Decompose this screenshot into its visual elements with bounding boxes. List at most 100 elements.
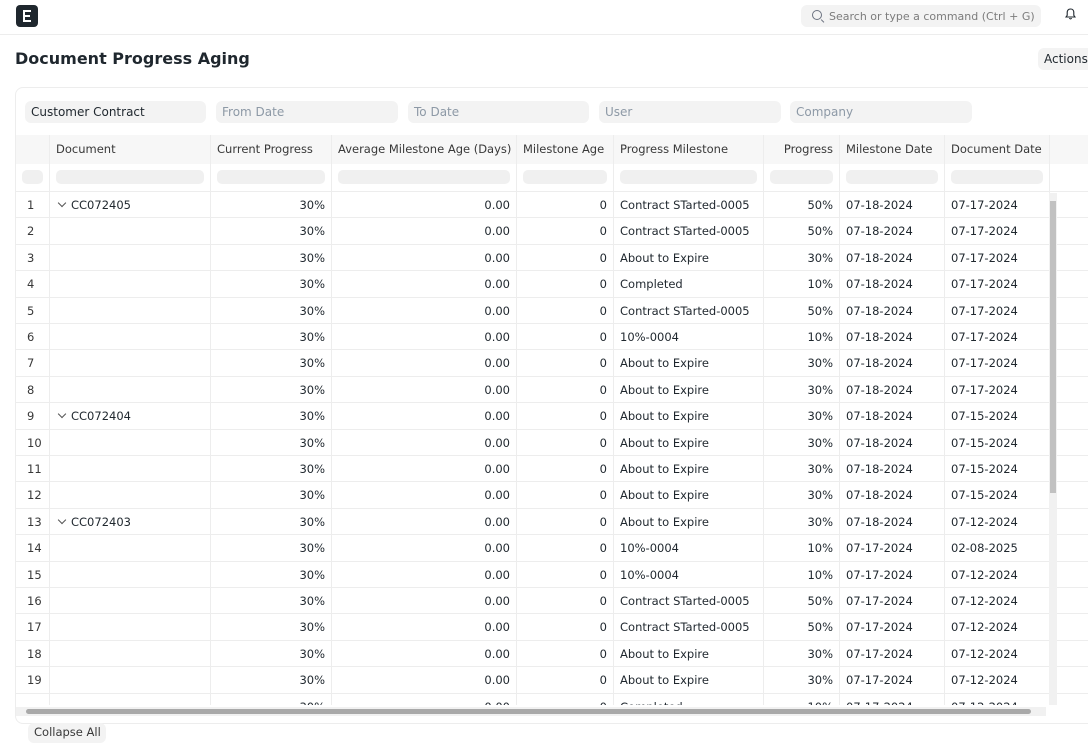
cell-progress-milestone: 10%-0004 [614, 535, 764, 562]
column-header-milestone-date[interactable]: Milestone Date [840, 135, 945, 164]
cell-document [50, 482, 211, 509]
cell-row-index: 12 [16, 482, 50, 509]
cell-milestone-date: 07-17-2024 [840, 561, 945, 588]
customer-contract-filter[interactable]: Customer Contract [25, 101, 206, 123]
cell-milestone-date: 07-17-2024 [840, 614, 945, 641]
column-header-progress-milestone[interactable]: Progress Milestone [614, 135, 764, 164]
table-row[interactable]: 10 30% 0.00 0 About to Expire 30% 07-18-2024 07… [16, 429, 1088, 456]
table-row[interactable]: 6 30% 0.00 0 10%-0004 10% 07-18-2024 07-17-2024 [16, 324, 1088, 351]
cell-milestone-date: 07-18-2024 [840, 376, 945, 403]
column-header-document-date[interactable]: Document Date [945, 135, 1050, 164]
search-input[interactable] [829, 5, 1034, 27]
chevron-down-icon[interactable] [57, 515, 67, 525]
cell-milestone-date: 07-17-2024 [840, 640, 945, 667]
table-row[interactable]: 19 30% 0.00 0 About to Expire 30% 07-17-2024 07… [16, 667, 1088, 694]
column-header-milestone-age[interactable]: Milestone Age [517, 135, 614, 164]
table-row[interactable]: 14 30% 0.00 0 10%-0004 10% 07-17-2024 02-08-202… [16, 535, 1088, 562]
vertical-scroll-thumb[interactable] [1050, 201, 1056, 493]
column-filter-document[interactable] [50, 164, 211, 191]
cell-progress: 30% [764, 429, 840, 456]
cell-milestone-age: 0 [517, 297, 614, 324]
table-row[interactable]: 2 30% 0.00 0 Contract STarted-0005 50% 07-18-2… [16, 218, 1088, 245]
table-row[interactable]: 16 30% 0.00 0 Contract STarted-0005 50% 07-17-… [16, 588, 1088, 615]
table-row[interactable]: 7 30% 0.00 0 About to Expire 30% 07-18-2024 07-… [16, 350, 1088, 377]
cell-progress-milestone: About to Expire [614, 429, 764, 456]
cell-progress: 30% [764, 350, 840, 377]
column-filter-input[interactable] [217, 170, 325, 184]
table-row[interactable]: 4 30% 0.00 0 Completed 10% 07-18-2024 07-17-202… [16, 271, 1088, 298]
column-filter-input[interactable] [22, 170, 43, 184]
table-row[interactable]: 8 30% 0.00 0 About to Expire 30% 07-18-2024 07-… [16, 376, 1088, 404]
cell-row-index: 3 [16, 244, 50, 271]
cell-avg-milestone-age: 0.00 [332, 614, 517, 641]
to-date-filter[interactable]: To Date [408, 101, 589, 123]
table-row[interactable]: 30%0.000Completed10%07-17-202407-12-2024 [16, 693, 1088, 705]
table-row[interactable]: 12 30% 0.00 0 About to Expire 30% 07-18-2024 07… [16, 482, 1088, 509]
cell-milestone-date: 07-18-2024 [840, 508, 945, 535]
cell-document-date: 07-17-2024 [945, 192, 1050, 218]
chevron-down-icon[interactable] [57, 409, 67, 419]
company-filter[interactable]: Company [790, 101, 972, 123]
column-header-document[interactable]: Document [50, 135, 211, 164]
column-filter-input[interactable] [338, 170, 510, 184]
column-header-progress[interactable]: Progress [764, 135, 840, 164]
cell-progress: 50% [764, 297, 840, 324]
table-row[interactable]: 9 CC072404 30% 0.00 0 About to Expire 30% 07-18… [16, 403, 1088, 430]
cell-milestone-age: 0 [517, 508, 614, 535]
column-header-avg-milestone-age[interactable]: Average Milestone Age (Days) [332, 135, 517, 164]
column-filter-milestone-date[interactable] [840, 164, 945, 191]
column-filter-input[interactable] [56, 170, 204, 184]
cell-avg-milestone-age: 0.00 [332, 244, 517, 271]
column-filter-input[interactable] [846, 170, 938, 184]
column-header-current-progress[interactable]: Current Progress [211, 135, 332, 164]
document-name: CC072405 [71, 198, 131, 212]
cell-document-date: 07-12-2024 [945, 508, 1050, 535]
user-filter[interactable]: User [599, 101, 781, 123]
cell-row-index: 6 [16, 324, 50, 350]
column-filter-input[interactable] [523, 170, 607, 184]
column-filter-milestone-age[interactable] [517, 164, 614, 191]
cell-avg-milestone-age: 0.00 [332, 297, 517, 324]
table-row[interactable]: 1 CC072405 30% 0.00 0 Contract STarted-0005 50… [16, 192, 1088, 219]
chevron-down-icon[interactable] [57, 198, 67, 208]
cell-row-index [16, 693, 50, 705]
column-filter-row-index[interactable] [16, 164, 50, 191]
cell-milestone-date: 07-18-2024 [840, 297, 945, 324]
cell-avg-milestone-age: 0.00 [332, 218, 517, 245]
column-filter-current-progress[interactable] [211, 164, 332, 191]
horizontal-scrollbar[interactable] [16, 707, 1046, 716]
cell-document-date: 07-12-2024 [945, 588, 1050, 614]
cell-document-date: 07-15-2024 [945, 482, 1050, 509]
table-row[interactable]: 11 30% 0.00 0 About to Expire 30% 07-18-2024 07… [16, 456, 1088, 483]
app-logo-icon[interactable] [16, 5, 38, 27]
column-filter-input[interactable] [951, 170, 1043, 184]
column-header-row-index[interactable] [16, 135, 50, 164]
cell-progress: 50% [764, 588, 840, 614]
vertical-scrollbar[interactable] [1049, 193, 1057, 705]
table-row[interactable]: 18 30% 0.00 0 About to Expire 30% 07-17-2024 07… [16, 640, 1088, 668]
cell-current-progress: 30% [211, 693, 332, 705]
cell-avg-milestone-age: 0.00 [332, 429, 517, 456]
cell-milestone-date: 07-18-2024 [840, 244, 945, 271]
column-filter-input[interactable] [770, 170, 833, 184]
column-filter-progress-milestone[interactable] [614, 164, 764, 191]
cell-progress: 10% [764, 535, 840, 562]
cell-document [50, 614, 211, 641]
table-row[interactable]: 5 30% 0.00 0 Contract STarted-0005 50% 07-18-2… [16, 297, 1088, 324]
table-row[interactable]: 15 30% 0.00 0 10%-0004 10% 07-17-2024 07-12-202… [16, 561, 1088, 588]
column-filter-document-date[interactable] [945, 164, 1050, 191]
table-row[interactable]: 17 30% 0.00 0 Contract STarted-0005 50% 07-17-… [16, 614, 1088, 641]
bell-icon[interactable] [1065, 8, 1076, 20]
from-date-filter[interactable]: From Date [216, 101, 398, 123]
collapse-all-button[interactable]: Collapse All [28, 723, 106, 743]
cell-current-progress: 30% [211, 667, 332, 694]
column-filter-input[interactable] [620, 170, 757, 184]
column-filter-avg-milestone-age[interactable] [332, 164, 517, 191]
column-filter-progress[interactable] [764, 164, 840, 191]
actions-button[interactable]: Actions [1038, 48, 1088, 70]
table-row[interactable]: 3 30% 0.00 0 About to Expire 30% 07-18-2024 07-… [16, 244, 1088, 272]
horizontal-scroll-thumb[interactable] [26, 709, 1031, 714]
table-row[interactable]: 13 CC072403 30% 0.00 0 About to Expire 30% 07-1… [16, 508, 1088, 536]
cell-avg-milestone-age: 0.00 [332, 456, 517, 482]
search-bar[interactable] [801, 5, 1041, 27]
